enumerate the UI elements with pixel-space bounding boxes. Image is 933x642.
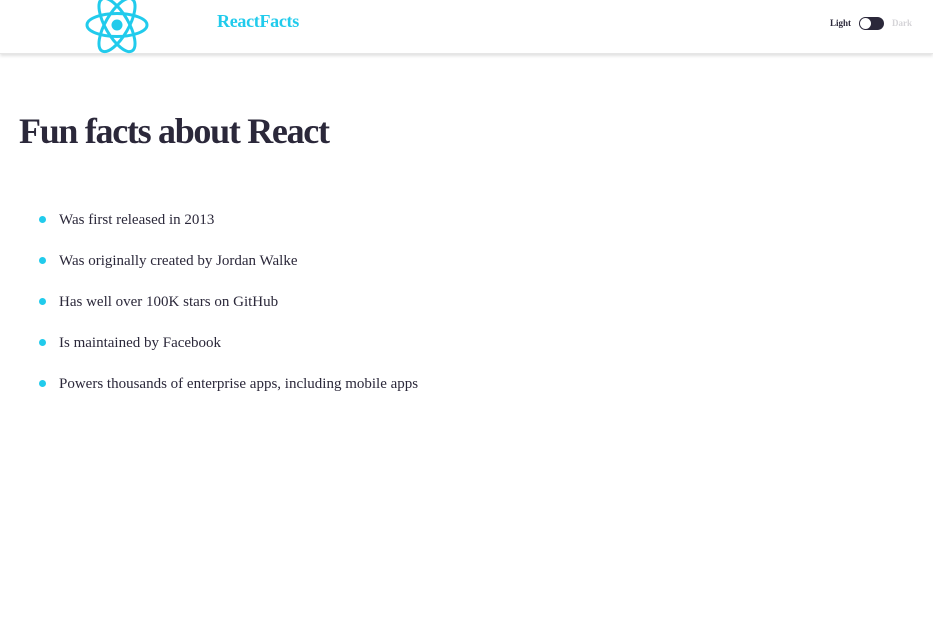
fact-item: Was first released in 2013	[39, 211, 419, 230]
theme-toggle-switch[interactable]	[859, 16, 884, 30]
page-title: Fun facts about React	[19, 111, 330, 151]
bullet-icon	[39, 339, 46, 346]
navbar: ReactFacts Light Dark	[0, 0, 933, 54]
bullet-icon	[39, 298, 46, 305]
bullet-icon	[39, 380, 46, 387]
fact-text: Is maintained by Facebook	[59, 335, 222, 351]
theme-toggle-light-label: Light	[829, 18, 851, 28]
fact-text: Was originally created by Jordan Walke	[59, 253, 298, 269]
fact-item: Has well over 100K stars on GitHub	[39, 293, 419, 312]
react-logo-icon[interactable]	[84, 0, 150, 54]
brand-name[interactable]: ReactFacts	[217, 11, 299, 32]
fact-text: Powers thousands of enterprise apps, inc…	[59, 376, 419, 392]
fact-text: Was first released in 2013	[59, 212, 215, 228]
bullet-icon	[39, 216, 46, 223]
fact-text: Has well over 100K stars on GitHub	[59, 294, 279, 310]
fact-item: Powers thousands of enterprise apps, inc…	[39, 375, 419, 394]
fact-item: Is maintained by Facebook	[39, 334, 419, 353]
theme-toggle-dark-label: Dark	[892, 18, 912, 28]
fact-item: Was originally created by Jordan Walke	[39, 252, 419, 271]
bullet-icon	[39, 257, 46, 264]
theme-toggle: Light Dark	[830, 14, 912, 32]
facts-list: Was first released in 2013 Was originall…	[39, 211, 419, 416]
theme-toggle-knob	[860, 17, 871, 29]
